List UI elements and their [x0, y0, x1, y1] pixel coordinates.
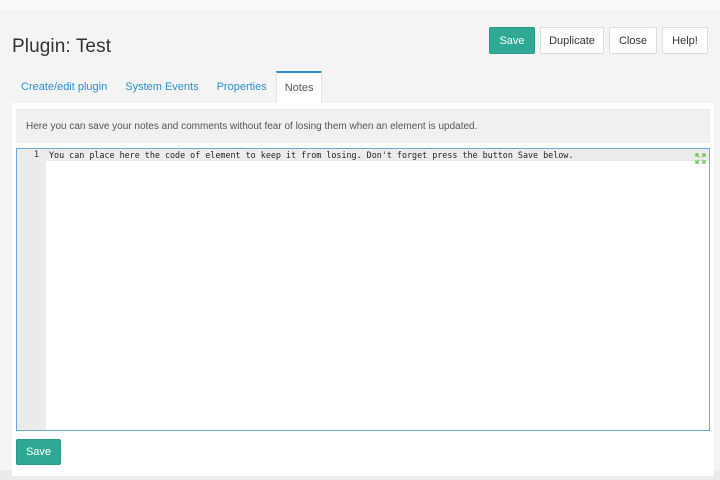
- plugin-panel: Plugin: Test Save Duplicate Close Help! …: [0, 10, 720, 476]
- tab-create-edit-plugin[interactable]: Create/edit plugin: [12, 71, 116, 103]
- tab-system-events[interactable]: System Events: [116, 71, 207, 103]
- line-number: 1: [33, 150, 39, 160]
- editor-gutter: [17, 149, 46, 430]
- notes-tab-content: Here you can save your notes and comment…: [12, 103, 714, 476]
- top-strip: [0, 0, 720, 10]
- notes-code-editor[interactable]: 1 You can place here the code of element…: [16, 148, 710, 431]
- page-title: Plugin: Test: [12, 36, 112, 57]
- save-notes-button[interactable]: Save: [16, 439, 61, 465]
- duplicate-button[interactable]: Duplicate: [540, 27, 604, 54]
- editor-active-line: 1 You can place here the code of element…: [17, 149, 709, 161]
- tab-bar: Create/edit plugin System Events Propert…: [12, 71, 323, 103]
- save-button[interactable]: Save: [489, 27, 535, 54]
- code-line[interactable]: You can place here the code of element t…: [49, 149, 573, 161]
- toolbar: Save Duplicate Close Help!: [489, 27, 708, 54]
- tab-notes[interactable]: Notes: [275, 71, 323, 103]
- notes-info-text: Here you can save your notes and comment…: [16, 109, 710, 143]
- tab-properties[interactable]: Properties: [208, 71, 276, 103]
- expand-arrows-icon[interactable]: [695, 151, 706, 164]
- close-button[interactable]: Close: [609, 27, 657, 54]
- help-button[interactable]: Help!: [662, 27, 708, 54]
